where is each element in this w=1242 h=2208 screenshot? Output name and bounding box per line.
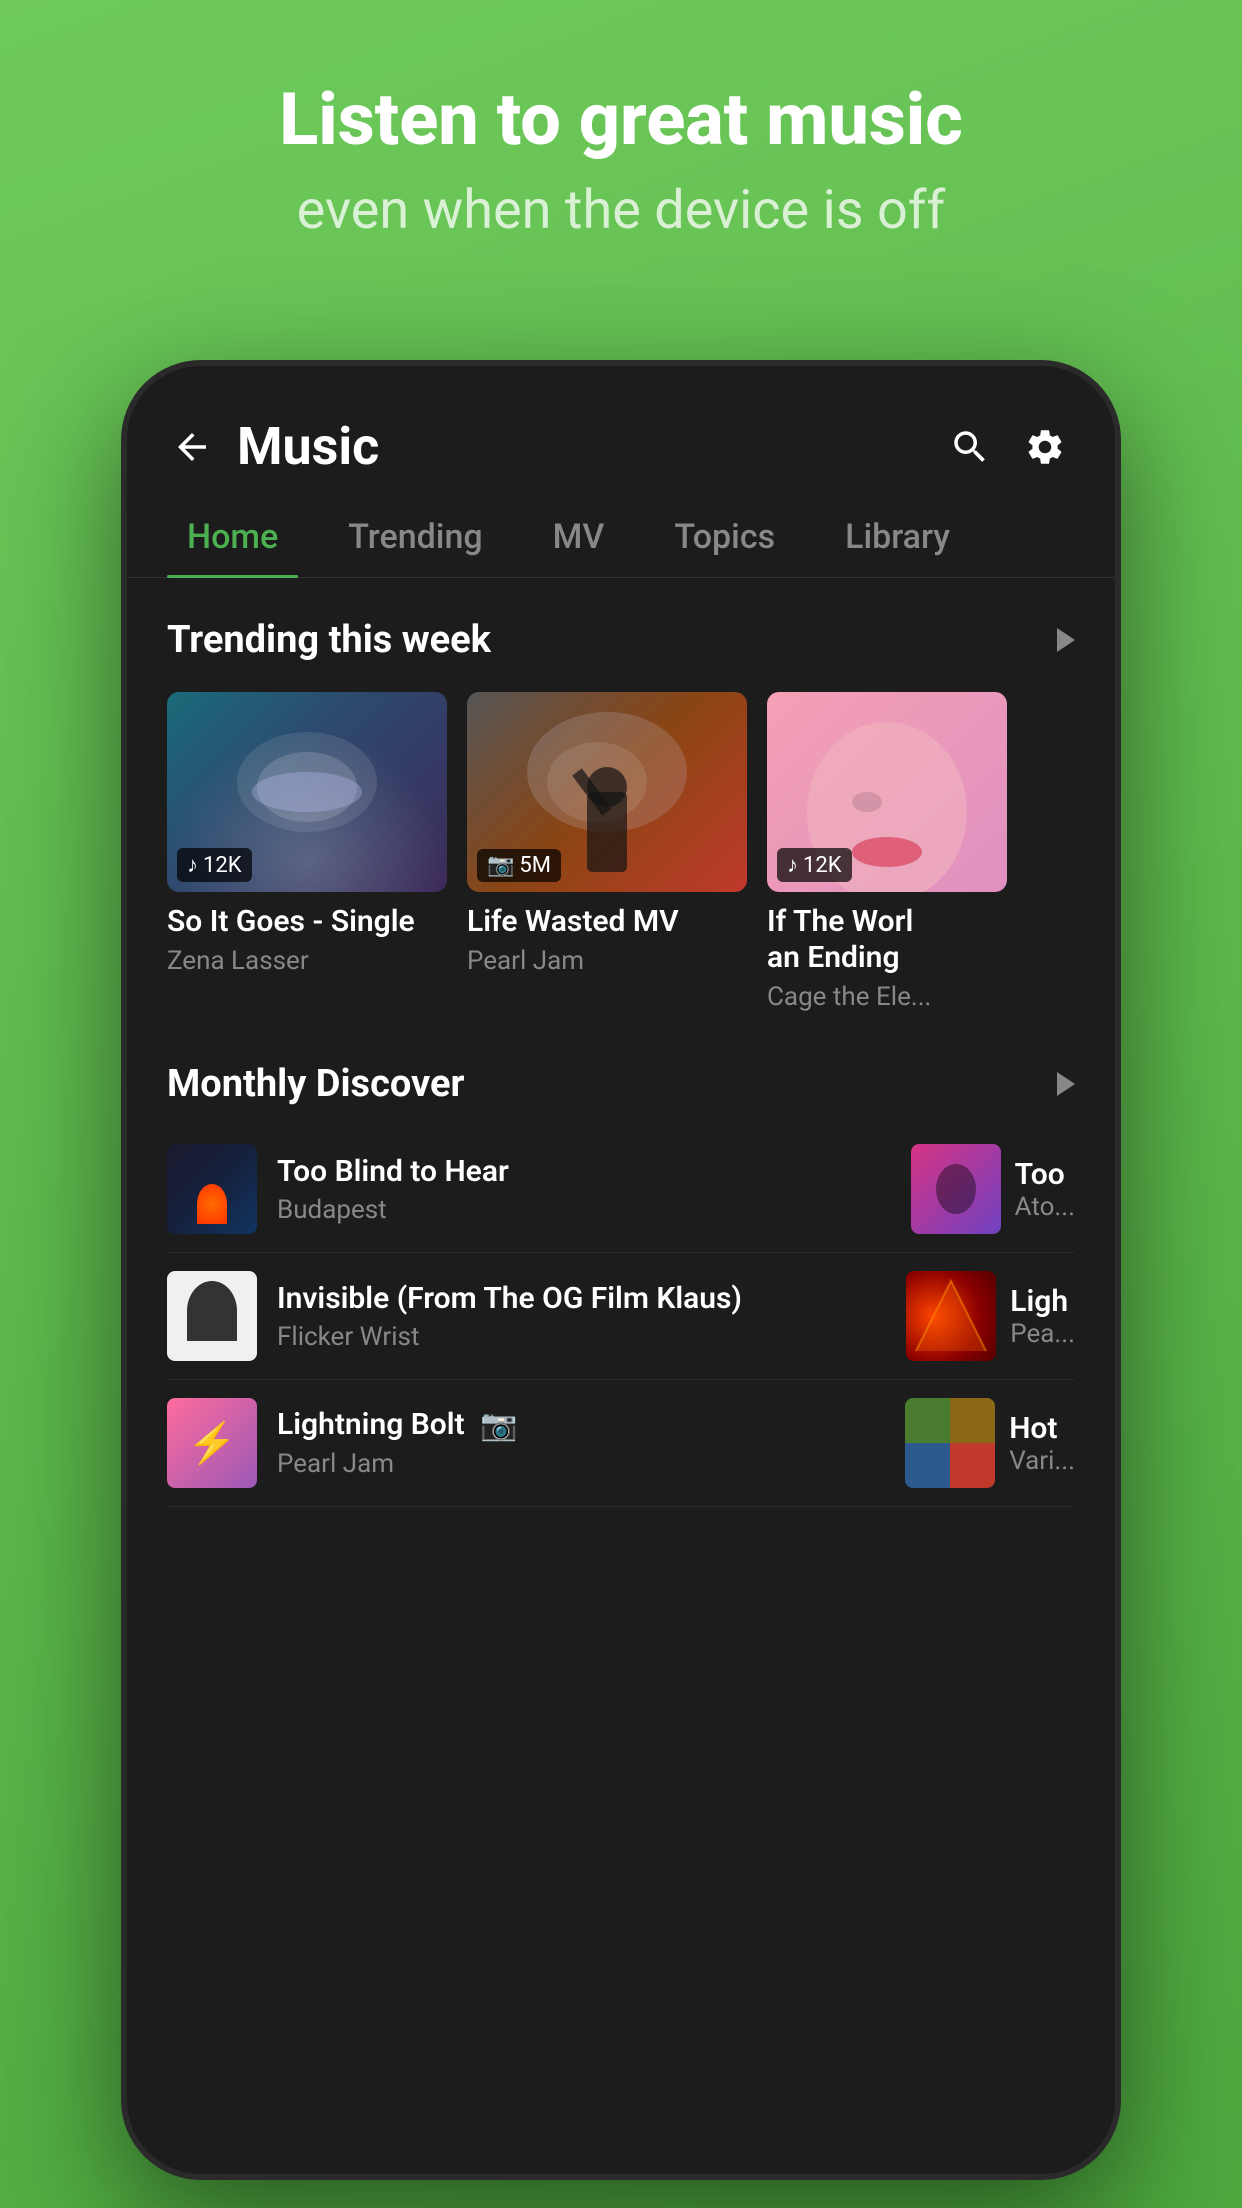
- tab-home[interactable]: Home: [167, 497, 298, 577]
- trending-header: Trending this week: [127, 588, 1115, 682]
- discover-thumb-3: [167, 1398, 257, 1488]
- monthly-discover-list: Too Blind to Hear Budapest Too Ato...: [127, 1126, 1115, 1507]
- trending-more-button[interactable]: [1057, 628, 1075, 652]
- hero-subtitle: even when the device is off: [60, 179, 1182, 244]
- discover-info-3: Lightning Bolt 📷 Pearl Jam: [277, 1407, 885, 1480]
- monthly-more-button[interactable]: [1057, 1072, 1075, 1096]
- discover-right-artist-3: Vari...: [1009, 1446, 1075, 1476]
- discover-right-artist-2: Pea...: [1010, 1319, 1075, 1349]
- badge-2: 📷5M: [477, 849, 561, 882]
- discover-row-2[interactable]: Invisible (From The OG Film Klaus) Flick…: [167, 1253, 1075, 1380]
- badge-3: ♪12K: [777, 848, 852, 882]
- trending-card-thumb-2: 📷5M: [467, 692, 747, 892]
- discover-artist-2: Flicker Wrist: [277, 1322, 886, 1352]
- discover-right-name-2: Ligh: [1010, 1284, 1075, 1319]
- discover-artist-3: Pearl Jam: [277, 1449, 885, 1479]
- video-icon: 📷: [480, 1408, 517, 1443]
- settings-button[interactable]: [1015, 417, 1075, 477]
- discover-info-1: Too Blind to Hear Budapest: [277, 1154, 891, 1225]
- card-name-2: Life Wasted MV: [467, 904, 747, 940]
- card-artist-3: Cage the Ele...: [767, 982, 1047, 1012]
- tab-bar: Home Trending MV Topics Library: [127, 497, 1115, 578]
- phone-frame: Music Home Trending MV Topics Li: [121, 360, 1121, 2180]
- card-name-1: So It Goes - Single: [167, 904, 447, 940]
- discover-right-thumb-1: [911, 1144, 1001, 1234]
- discover-right-name-3: Hot: [1009, 1411, 1075, 1446]
- discover-thumb-1: [167, 1144, 257, 1234]
- trending-title: Trending this week: [167, 618, 491, 662]
- discover-right-info-1: Too Ato...: [1015, 1157, 1075, 1222]
- tab-topics[interactable]: Topics: [654, 497, 795, 577]
- trending-card-3[interactable]: ♪12K If The Worlan Ending Cage the Ele..…: [767, 692, 1047, 1012]
- card-artist-1: Zena Lasser: [167, 946, 447, 976]
- discover-name-2: Invisible (From The OG Film Klaus): [277, 1281, 886, 1316]
- badge-1: ♪12K: [177, 848, 252, 882]
- phone-screen: Music Home Trending MV Topics Li: [127, 366, 1115, 2174]
- trending-card-thumb-1: ♪12K: [167, 692, 447, 892]
- monthly-header: Monthly Discover: [127, 1032, 1115, 1126]
- tab-library[interactable]: Library: [825, 497, 970, 577]
- search-button[interactable]: [940, 417, 1000, 477]
- monthly-title: Monthly Discover: [167, 1062, 464, 1106]
- discover-artist-1: Budapest: [277, 1195, 891, 1225]
- discover-right-name-1: Too: [1015, 1157, 1075, 1192]
- trending-cards-list: ♪12K So It Goes - Single Zena Lasser: [127, 682, 1115, 1032]
- discover-thumb-2: [167, 1271, 257, 1361]
- card-name-3: If The Worlan Ending: [767, 904, 1047, 976]
- back-button[interactable]: [167, 422, 217, 472]
- discover-right-2: Ligh Pea...: [906, 1271, 1075, 1361]
- app-title: Music: [237, 416, 925, 477]
- card-artist-2: Pearl Jam: [467, 946, 747, 976]
- phone-mockup: Music Home Trending MV Topics Li: [121, 360, 1121, 2180]
- trending-card-2[interactable]: 📷5M Life Wasted MV Pearl Jam: [467, 692, 747, 1012]
- discover-right-thumb-3: [905, 1398, 995, 1488]
- trending-card-1[interactable]: ♪12K So It Goes - Single Zena Lasser: [167, 692, 447, 1012]
- discover-name-3: Lightning Bolt 📷: [277, 1407, 885, 1444]
- discover-right-info-2: Ligh Pea...: [1010, 1284, 1075, 1349]
- discover-row-1[interactable]: Too Blind to Hear Budapest Too Ato...: [167, 1126, 1075, 1253]
- discover-row-3[interactable]: Lightning Bolt 📷 Pearl Jam: [167, 1380, 1075, 1507]
- hero-section: Listen to great music even when the devi…: [0, 80, 1242, 244]
- hero-title: Listen to great music: [60, 80, 1182, 159]
- discover-right-1: Too Ato...: [911, 1144, 1075, 1234]
- tab-trending[interactable]: Trending: [328, 497, 502, 577]
- discover-info-2: Invisible (From The OG Film Klaus) Flick…: [277, 1281, 886, 1352]
- app-bar: Music: [127, 366, 1115, 497]
- discover-right-3: Hot Vari...: [905, 1398, 1075, 1488]
- discover-right-artist-1: Ato...: [1015, 1192, 1075, 1222]
- discover-right-thumb-2: [906, 1271, 996, 1361]
- discover-right-info-3: Hot Vari...: [1009, 1411, 1075, 1476]
- discover-name-1: Too Blind to Hear: [277, 1154, 891, 1189]
- tab-mv[interactable]: MV: [533, 497, 625, 577]
